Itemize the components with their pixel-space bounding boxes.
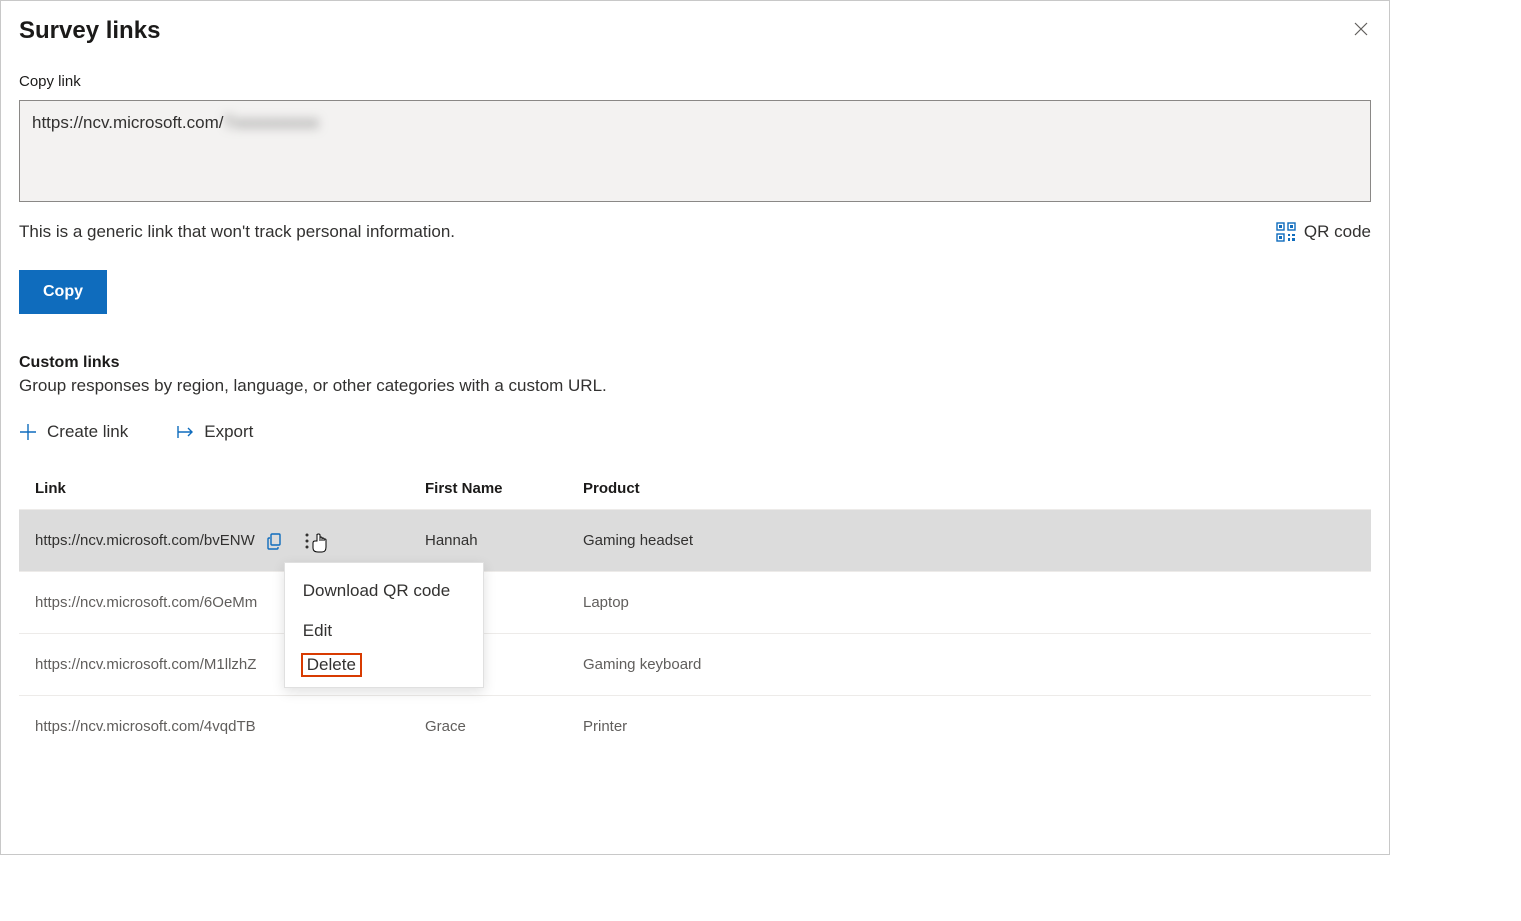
column-header-name[interactable]: First Name — [409, 468, 567, 510]
copy-link-field[interactable]: https://ncv.microsoft.com/Txxxxxxxxxx — [19, 100, 1371, 202]
qr-code-label: QR code — [1304, 222, 1371, 242]
copy-icon — [266, 532, 284, 550]
copy-link-url-prefix: https://ncv.microsoft.com/ — [32, 111, 223, 135]
more-vertical-icon — [305, 533, 309, 549]
row-link-text: https://ncv.microsoft.com/6OeMm — [35, 594, 257, 611]
context-edit[interactable]: Edit — [285, 611, 483, 651]
row-product: Gaming headset — [567, 510, 1371, 572]
table-row[interactable]: https://ncv.microsoft.com/6OeMm Laptop — [19, 572, 1371, 634]
table-row[interactable]: https://ncv.microsoft.com/M1llzhZ Gaming … — [19, 634, 1371, 696]
panel-title: Survey links — [19, 17, 1371, 45]
context-download-qr[interactable]: Download QR code — [285, 571, 483, 611]
custom-links-actions: Create link Export — [19, 422, 1371, 442]
row-product: Printer — [567, 696, 1371, 758]
custom-links-table: Link First Name Product https://ncv.micr… — [19, 468, 1371, 758]
context-delete[interactable]: Delete — [299, 651, 364, 679]
plus-icon — [19, 423, 37, 441]
create-link-button[interactable]: Create link — [19, 422, 128, 442]
copy-link-icon-button[interactable] — [263, 529, 287, 553]
copy-link-info-row: This is a generic link that won't track … — [19, 222, 1371, 242]
table-row[interactable]: https://ncv.microsoft.com/4vqdTB GracePri… — [19, 696, 1371, 758]
row-product: Laptop — [567, 572, 1371, 634]
row-product: Gaming keyboard — [567, 634, 1371, 696]
row-link-text: https://ncv.microsoft.com/M1llzhZ — [35, 656, 256, 673]
close-button[interactable] — [1347, 15, 1375, 43]
row-context-menu: Download QR code Edit Delete — [284, 562, 484, 688]
column-header-product[interactable]: Product — [567, 468, 1371, 510]
row-first-name: Grace — [409, 696, 567, 758]
copy-button[interactable]: Copy — [19, 270, 107, 314]
export-label: Export — [204, 422, 253, 442]
table-row[interactable]: https://ncv.microsoft.com/bvENWHannahGam… — [19, 510, 1371, 572]
export-icon — [176, 423, 194, 441]
create-link-label: Create link — [47, 422, 128, 442]
close-icon — [1353, 21, 1369, 37]
custom-links-description: Group responses by region, language, or … — [19, 376, 1371, 396]
custom-links-heading: Custom links — [19, 354, 1371, 372]
survey-links-panel: Survey links Copy link https://ncv.micro… — [0, 0, 1390, 855]
copy-link-info: This is a generic link that won't track … — [19, 222, 455, 242]
qr-code-icon — [1276, 222, 1296, 242]
row-more-button[interactable] — [295, 529, 319, 553]
row-link-text: https://ncv.microsoft.com/bvENW — [35, 532, 255, 549]
qr-code-button[interactable]: QR code — [1276, 222, 1371, 242]
row-link-text: https://ncv.microsoft.com/4vqdTB — [35, 718, 256, 735]
export-button[interactable]: Export — [176, 422, 253, 442]
column-header-link[interactable]: Link — [19, 468, 409, 510]
copy-link-url-blurred: Txxxxxxxxxx — [223, 111, 318, 135]
copy-link-label: Copy link — [19, 73, 1371, 90]
